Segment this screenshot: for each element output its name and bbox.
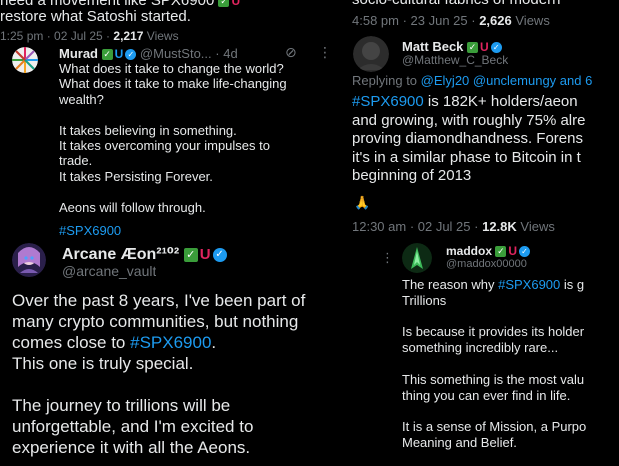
grok-icon[interactable]: ⊘	[285, 44, 297, 61]
more-options-icon[interactable]: ⋮	[381, 250, 394, 266]
matt-views-count: 12.8K	[482, 219, 517, 234]
checkbox-emoji-icon: ✓	[495, 246, 507, 258]
verified-badge-icon: ✓	[212, 247, 227, 262]
maddox-header: maddox ✓ U ✓	[446, 244, 619, 258]
matt-line: #SPX6900 is 182K+ holders/aeon	[352, 93, 578, 110]
maddox-line: Trillions	[402, 292, 447, 308]
badge-group: ✓ U	[218, 0, 240, 7]
maddox-line: thing you can ever find in life.	[402, 387, 571, 403]
maddox-body: The reason why #SPX6900 is g Trillions I…	[402, 277, 619, 451]
maddox-line: Is because it provides its holder	[402, 324, 585, 340]
murad-name[interactable]: Murad	[59, 46, 98, 61]
murad-hashtag-link[interactable]: #SPX6900	[59, 223, 344, 238]
murad-line	[59, 107, 344, 122]
matt-body: #SPX6900 is 182K+ holders/aeon and growi…	[352, 93, 619, 186]
replying-to-links[interactable]: @Elyj20 @unclemungy and 6	[421, 73, 593, 88]
maddox-line: The reason why #SPX6900 is g	[402, 277, 585, 292]
more-options-icon[interactable]: ⋮	[318, 44, 332, 61]
murad-line: What does it take to make life-changing	[59, 76, 287, 92]
maddox-avatar[interactable]	[402, 243, 432, 273]
checkbox-emoji-icon: ✓	[183, 247, 198, 262]
murad-body: What does it take to change the world? W…	[59, 61, 344, 238]
arcane-handle[interactable]: @arcane_vault	[62, 263, 156, 279]
arcane-line: experience it with all the Aeons.	[12, 438, 251, 457]
magnet-emoji-icon: U	[508, 244, 518, 258]
murad-line: It takes overcoming your impulses to	[59, 138, 270, 154]
matt-name[interactable]: Matt Beck	[402, 39, 463, 54]
murad-line: It takes Persisting Forever.	[59, 168, 213, 184]
arcane-body: Over the past 8 years, I've been part of…	[12, 290, 344, 458]
maddox-line: Meaning and Belief.	[402, 434, 517, 450]
top-tweet-meta: 1:25 pm · 02 Jul 25 · 2,217 Views	[0, 29, 179, 43]
murad-line: trade.	[59, 153, 93, 169]
folded-hands-emoji: 🙏	[354, 195, 371, 210]
magnet-emoji-icon: U	[231, 0, 241, 8]
verified-badge-icon: ✓	[490, 42, 502, 54]
matt-line: beginning of 2013	[352, 167, 472, 184]
arcane-line: This one is truly special.	[12, 354, 194, 373]
arcane-line: The journey to trillions will be	[12, 396, 231, 415]
matt-avatar[interactable]	[353, 36, 389, 72]
arcane-line: unforgettable, and I'm excited to	[12, 417, 254, 436]
checkbox-emoji-icon: ✓	[467, 42, 479, 54]
murad-handle[interactable]: @MustSto...	[140, 46, 212, 61]
arcane-avatar[interactable]	[12, 243, 46, 277]
matt-line: it's in a similar phase to Bitcoin in t	[352, 148, 581, 166]
arcane-hashtag-link[interactable]: #SPX6900	[130, 333, 211, 352]
verified-badge-icon: ✓	[519, 246, 531, 258]
murad-avatar[interactable]	[12, 47, 38, 73]
magnet-emoji-icon: U	[199, 246, 211, 264]
maddox-name[interactable]: maddox	[446, 244, 492, 258]
magnet-emoji-icon: U	[480, 40, 489, 54]
murad-line: wealth?	[59, 91, 104, 107]
verified-badge-icon: ✓	[125, 49, 137, 61]
matt-header: Matt Beck ✓ U ✓	[402, 39, 619, 54]
matt-handle[interactable]: @Matthew_C_Beck	[402, 53, 508, 67]
right-top-tweet-views-count: 2,626	[479, 13, 512, 28]
right-top-tweet-text: socio-cultural fabrics of modern	[352, 0, 619, 9]
matt-line: proving diamondhandness. Forens	[352, 130, 583, 147]
arcane-header: Arcane Æon²¹⁰² ✓ U ✓	[62, 244, 342, 264]
matt-hashtag-link[interactable]: #SPX6900	[352, 93, 424, 110]
maddox-handle[interactable]: @maddox00000	[446, 258, 527, 270]
murad-line	[59, 184, 344, 199]
arcane-line: comes close to #SPX6900.	[12, 333, 217, 352]
matt-line: and growing, with roughly 75% alre	[352, 111, 586, 129]
matt-replying-to: Replying to @Elyj20 @unclemungy and 6	[352, 73, 593, 88]
maddox-line: It is a sense of Mission, a Purpo	[402, 419, 587, 435]
arcane-line: many crypto communities, but nothing	[12, 312, 299, 331]
top-tweet-views-count: 2,217	[113, 29, 144, 43]
checkbox-emoji-icon: ✓	[101, 49, 113, 61]
matt-meta: 12:30 am · 02 Jul 25 · 12.8K Views	[352, 219, 555, 234]
murad-header: Murad ✓ U ✓ @MustSto... · 4d	[59, 46, 238, 61]
maddox-line: something incredibly rare...	[402, 340, 559, 356]
magnet-emoji-icon: U	[114, 47, 124, 61]
maddox-line: This something is the most valu	[402, 371, 585, 387]
murad-line: Aeons will follow through.	[59, 199, 206, 215]
top-tweet-text-line2: restore what Satoshi started.	[0, 8, 191, 25]
murad-age: 4d	[223, 46, 238, 61]
arcane-name[interactable]: Arcane Æon²¹⁰²	[62, 246, 179, 263]
checkbox-emoji-icon: ✓	[218, 0, 230, 7]
right-top-tweet-meta: 4:58 pm · 23 Jun 25 · 2,626 Views	[352, 13, 550, 28]
arcane-line: Over the past 8 years, I've been part of	[12, 291, 306, 310]
murad-line: What does it take to change the world?	[59, 61, 284, 76]
maddox-hashtag-link[interactable]: #SPX6900	[498, 277, 560, 292]
murad-line: It takes believing in something.	[59, 122, 237, 138]
column-divider	[342, 0, 350, 466]
